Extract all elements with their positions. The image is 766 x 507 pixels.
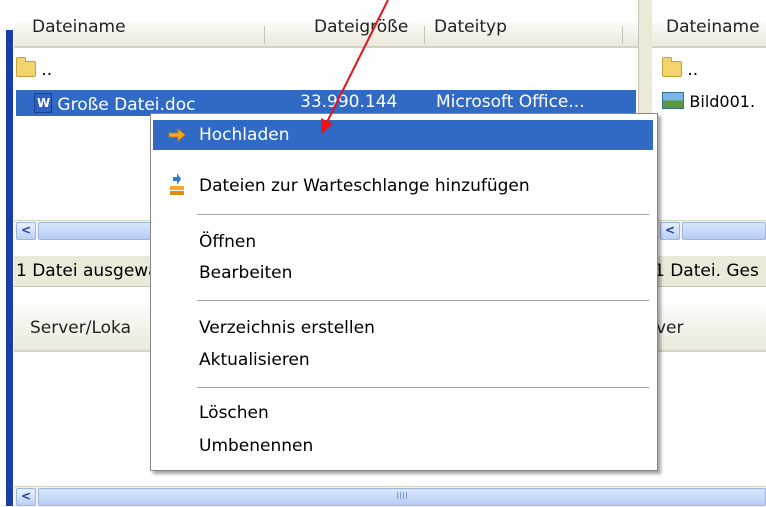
annotation-arrow-icon — [321, 0, 389, 134]
